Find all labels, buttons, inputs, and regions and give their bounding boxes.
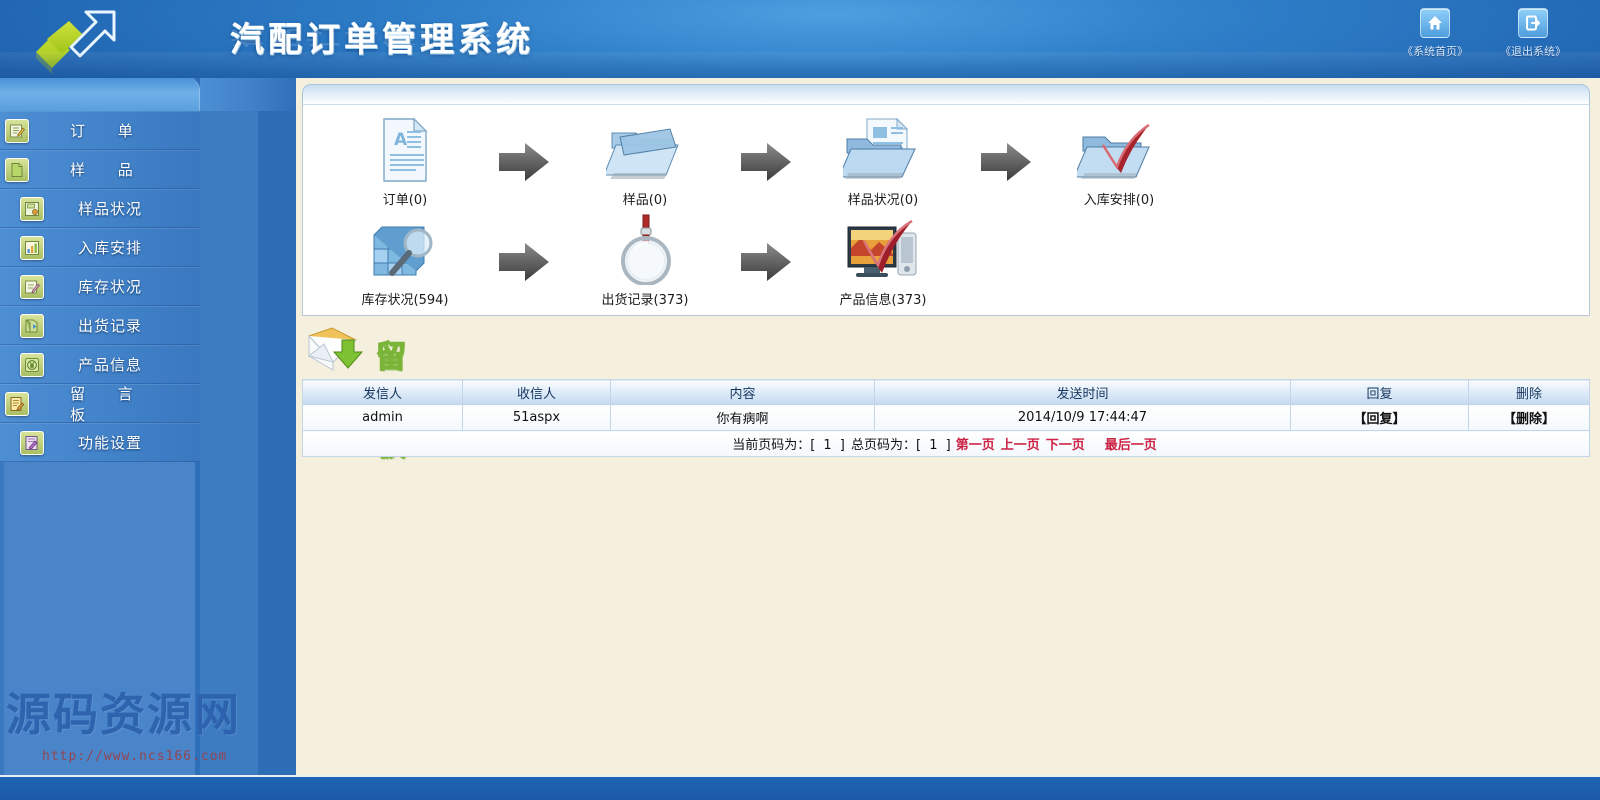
home-label: 《系统首页》 [1402,45,1468,58]
sidebar-item-label: 产品信息 [78,356,143,374]
workflow-item-samples[interactable]: 样品(0) [565,113,725,208]
magnifier-icon [565,213,725,285]
sidebar-item-label: 留 言 板 [70,384,147,424]
logout-label: 《退出系统》 [1500,45,1566,58]
yen-coin-icon [20,353,44,377]
workflow-label: 样品状况(0) [847,193,919,208]
sidebar-item-label: 功能设置 [78,434,143,452]
pager-current-label: 当前页码为： [732,438,811,453]
sidebar-item-stock-status[interactable]: 库存状况 [0,267,200,306]
logout-icon [1518,8,1548,38]
column-header-reply: 回复 [1290,379,1469,405]
right-arrow-icon [493,239,555,285]
column-header-time: 发送时间 [874,379,1291,405]
workflow-row-1: A 订单(0) 样品(0) 样品状况(0) 入库安排(0) [303,113,1589,213]
message-board-table: 发信人 收信人 内容 发送时间 回复 删除 admin 51aspx 你有病啊 … [302,379,1590,457]
sidebar-item-shipping-records[interactable]: 出货记录 [0,306,200,345]
cell-receiver: 51aspx [462,404,611,431]
column-header-content: 内容 [610,379,875,405]
sidebar-top-strip [200,78,296,111]
page-title: 汽配订单管理系统 [230,20,534,60]
pager-prev-link[interactable]: 上一页 [998,438,1043,453]
report-save-icon [20,197,44,221]
workflow-row-2: 库存状况(594) 出货记录(373) 产品信息(373) [303,213,1589,313]
table-header-row: 发信人 收信人 内容 发送时间 回复 删除 [302,379,1590,405]
pager-current-value: [ 1 ] [810,438,847,453]
cell-content: 你有病啊 [610,404,875,431]
cell-time: 2014/10/9 17:44:47 [874,404,1291,431]
delete-button[interactable]: 【删除】 [1468,404,1590,431]
workflow-label: 入库安排(0) [1083,193,1155,208]
svg-text:A: A [394,130,408,150]
workflow-label: 库存状况(594) [361,293,449,308]
panel-top-bar [302,84,1590,104]
pager-last-link[interactable]: 最后一页 [1102,438,1160,453]
sidebar-item-samples[interactable]: 样 品 [0,150,200,189]
pager-total-value: [ 1 ] [916,438,953,453]
column-header-delete: 删除 [1468,379,1590,405]
header-tools: 《系统首页》 《退出系统》 [1392,8,1582,70]
sidebar-item-label: 出货记录 [78,317,143,335]
green-page-icon [5,158,29,182]
sidebar-item-inbound-plan[interactable]: 入库安排 [0,228,200,267]
logout-button[interactable]: 《退出系统》 [1490,8,1576,59]
right-arrow-icon [975,139,1037,185]
right-arrow-icon [493,139,555,185]
sidebar-item-label: 订 单 [70,122,147,140]
sidebar-item-sample-status[interactable]: 样品状况 [0,189,200,228]
footer-bar [0,775,1600,800]
sidebar-item-message-board[interactable]: 留 言 板 [0,384,200,424]
sidebar-item-label: 入库安排 [78,239,143,257]
app-header: 汽配订单管理系统 汽配订单管理系统 《系统首页》 《退出系统》 [0,0,1600,78]
right-arrow-icon [735,139,797,185]
pencil-edit-icon [20,275,44,299]
folder-document-icon [803,113,963,185]
blue-folder-icon [565,113,725,185]
workflow-item-sample-status[interactable]: 样品状况(0) [803,113,963,208]
settings-tool-icon [20,431,44,455]
pagination: 当前页码为：[ 1 ] 总页码为：[ 1 ] 第一页 上一页 下一页 最后一页 [302,430,1590,457]
column-header-receiver: 收信人 [462,379,611,405]
workflow-item-product-info[interactable]: 产品信息(373) [803,213,963,308]
outbox-box-icon [20,314,44,338]
column-header-sender: 发信人 [302,379,463,405]
sidebar-item-function-settings[interactable]: 功能设置 [0,423,200,462]
pager-total-label: 总页码为： [851,438,917,453]
sidebar-nav: 订 单 样 品 样品状况 入库安排 库存状况 出货记录 产品信息 留 言 板 功… [0,111,200,462]
right-arrow-icon [735,239,797,285]
workflow-item-inbound-plan[interactable]: 入库安排(0) [1039,113,1199,208]
pagination-row: 当前页码为：[ 1 ] 总页码为：[ 1 ] 第一页 上一页 下一页 最后一页 [302,430,1590,457]
app-logo [14,4,132,76]
workflow-panel: A 订单(0) 样品(0) 样品状况(0) 入库安排(0) 库存状况(594) … [302,104,1590,316]
database-search-icon [325,213,485,285]
workflow-label: 出货记录(373) [601,293,689,308]
workflow-label: 产品信息(373) [839,293,927,308]
workflow-item-stock-status[interactable]: 库存状况(594) [325,213,485,308]
home-button[interactable]: 《系统首页》 [1392,8,1478,59]
workflow-label: 订单(0) [382,193,428,208]
folder-check-icon [1039,113,1199,185]
pencil-note-icon [5,119,29,143]
notepad-pen-icon [5,392,29,416]
sidebar-item-label: 样品状况 [78,200,143,218]
bar-chart-icon [20,236,44,260]
sidebar-item-label: 库存状况 [78,278,143,296]
sidebar-item-product-info[interactable]: 产品信息 [0,345,200,384]
workflow-item-shipping-records[interactable]: 出货记录(373) [565,213,725,308]
cell-sender: admin [302,404,463,431]
reply-button[interactable]: 【回复】 [1290,404,1469,431]
sidebar-item-label: 样 品 [70,161,147,179]
sidebar-top-cap [0,78,200,111]
monitor-check-icon [803,213,963,285]
workflow-item-orders[interactable]: A 订单(0) [325,113,485,208]
pager-first-link[interactable]: 第一页 [953,438,998,453]
table-row: admin 51aspx 你有病啊 2014/10/9 17:44:47 【回复… [302,404,1590,431]
document-a-icon: A [325,113,485,185]
workflow-label: 样品(0) [622,193,668,208]
home-icon [1420,8,1450,38]
main-content: A 订单(0) 样品(0) 样品状况(0) 入库安排(0) 库存状况(594) … [296,78,1600,775]
pager-next-link[interactable]: 下一页 [1043,438,1088,453]
envelope-download-icon [306,326,368,376]
sidebar-item-orders[interactable]: 订 单 [0,111,200,150]
